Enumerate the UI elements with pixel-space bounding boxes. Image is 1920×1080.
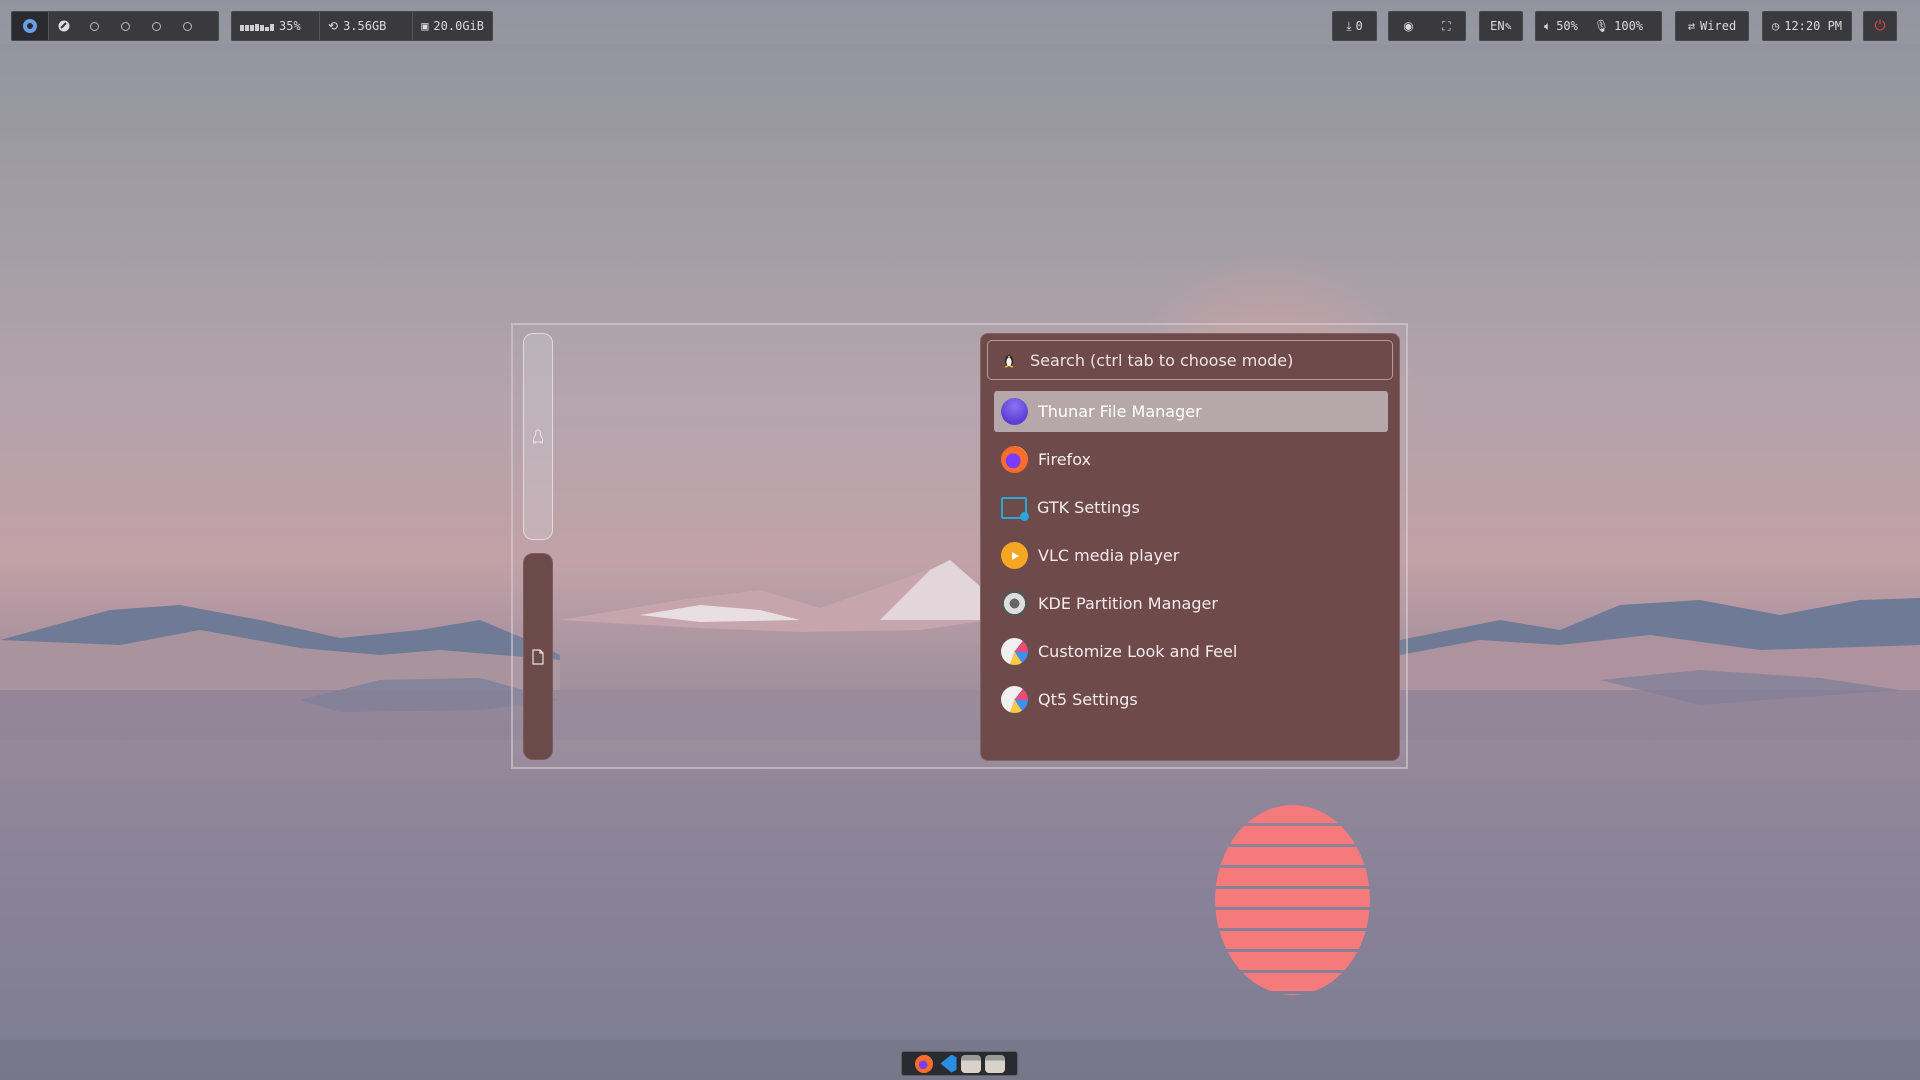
distro-logo-icon[interactable] [12, 12, 49, 40]
microphone-icon: 🎙︎ [1593, 19, 1610, 33]
app-launcher: Thunar File Manager Firefox GTK Settings… [511, 323, 1408, 769]
disk-icon: ▣ [421, 19, 429, 33]
app-name: KDE Partition Manager [1038, 594, 1218, 613]
workspace-3[interactable] [121, 21, 130, 31]
list-item[interactable]: Customize Look and Feel [994, 631, 1388, 672]
look-and-feel-icon [1001, 638, 1028, 665]
keyboard-layout-module[interactable]: EN ✎ [1479, 11, 1523, 41]
app-name: Qt5 Settings [1038, 690, 1138, 709]
vscode-icon[interactable] [940, 1054, 957, 1073]
thunar-icon [1001, 398, 1028, 425]
app-name: Customize Look and Feel [1038, 642, 1238, 661]
qt5-settings-icon [1001, 686, 1028, 713]
memory-stat: ⟲ 3.56GB [320, 12, 414, 40]
download-icon: ⤓ [1346, 18, 1352, 33]
clock-icon: ◷ [1771, 19, 1780, 33]
system-stats-module: 35% ⟲ 3.56GB ▣ 20.0GiB [231, 11, 493, 41]
edit-icon: ✎ [1504, 19, 1512, 33]
workspaces-module [11, 11, 219, 41]
app-name: VLC media player [1038, 546, 1180, 565]
mic-value: 100% [1614, 19, 1644, 33]
search-input[interactable] [1030, 350, 1370, 370]
cpu-stat: 35% [232, 12, 320, 40]
app-name: Firefox [1038, 450, 1091, 469]
top-bar: 35% ⟲ 3.56GB ▣ 20.0GiB ⤓ 0 ◉ ⛶ EN ✎ 🔈︎ 5… [0, 0, 1920, 44]
search-box [987, 340, 1393, 380]
disk-value: 20.0GiB [433, 19, 484, 33]
launcher-results-panel: Thunar File Manager Firefox GTK Settings… [980, 333, 1400, 761]
mode-apps-tab[interactable] [523, 333, 553, 540]
power-icon: ⏻ [1874, 18, 1886, 34]
list-item[interactable]: GTK Settings [994, 487, 1388, 528]
clock-module[interactable]: ◷ 12:20 PM [1762, 11, 1852, 41]
audio-module: 🔈︎ 50% 🎙︎ 100% [1535, 11, 1662, 41]
terminal-icon[interactable] [960, 1054, 981, 1073]
ethernet-icon: ⇄ [1687, 19, 1696, 33]
downloads-count: 0 [1355, 19, 1363, 33]
record-icon[interactable]: ◉ [1403, 19, 1413, 33]
dock [901, 1051, 1018, 1076]
screenshot-icon[interactable]: ⛶ [1442, 19, 1450, 34]
app-name: Thunar File Manager [1038, 402, 1202, 421]
app-name: GTK Settings [1037, 498, 1140, 517]
memory-value: 3.56GB [343, 19, 387, 33]
tux-icon [1004, 355, 1014, 368]
tux-icon [532, 428, 544, 443]
partition-manager-icon [1001, 590, 1028, 617]
volume-control[interactable]: 🔈︎ 50% [1536, 12, 1586, 40]
list-item[interactable]: Thunar File Manager [994, 391, 1388, 432]
memory-icon: ⟲ [328, 19, 339, 33]
power-button[interactable]: ⏻ [1863, 11, 1897, 41]
mode-files-tab[interactable] [523, 553, 553, 760]
volume-value: 50% [1556, 19, 1578, 33]
cpu-graph-icon [240, 21, 274, 31]
workspace-4[interactable] [152, 21, 161, 31]
vlc-icon [1001, 542, 1028, 569]
speaker-icon: 🔈︎ [1544, 18, 1552, 33]
list-item[interactable]: Qt5 Settings [994, 679, 1388, 720]
firefox-icon[interactable] [914, 1054, 933, 1073]
workspace-5[interactable] [183, 21, 192, 31]
mic-control[interactable]: 🎙︎ 100% [1586, 12, 1651, 40]
disk-stat: ▣ 20.0GiB [413, 12, 492, 40]
sun [1215, 805, 1370, 995]
list-item[interactable]: VLC media player [994, 535, 1388, 576]
list-item[interactable]: KDE Partition Manager [994, 583, 1388, 624]
clock-time: 12:20 PM [1784, 19, 1843, 33]
firefox-icon [1001, 446, 1028, 473]
keyboard-layout: EN [1490, 19, 1505, 33]
downloads-module[interactable]: ⤓ 0 [1332, 11, 1377, 41]
workspace-2[interactable] [90, 21, 99, 31]
app-results-list: Thunar File Manager Firefox GTK Settings… [994, 391, 1388, 727]
gtk-settings-icon [1001, 496, 1029, 521]
network-module[interactable]: ⇄ Wired [1675, 11, 1749, 41]
terminal-icon[interactable] [984, 1054, 1005, 1073]
cpu-percent: 35% [279, 19, 301, 33]
file-icon [532, 648, 544, 665]
network-status: Wired [1700, 19, 1737, 33]
recorder-module: ◉ ⛶ [1388, 11, 1466, 41]
workspace-1-icon[interactable] [58, 20, 70, 32]
list-item[interactable]: Firefox [994, 439, 1388, 480]
